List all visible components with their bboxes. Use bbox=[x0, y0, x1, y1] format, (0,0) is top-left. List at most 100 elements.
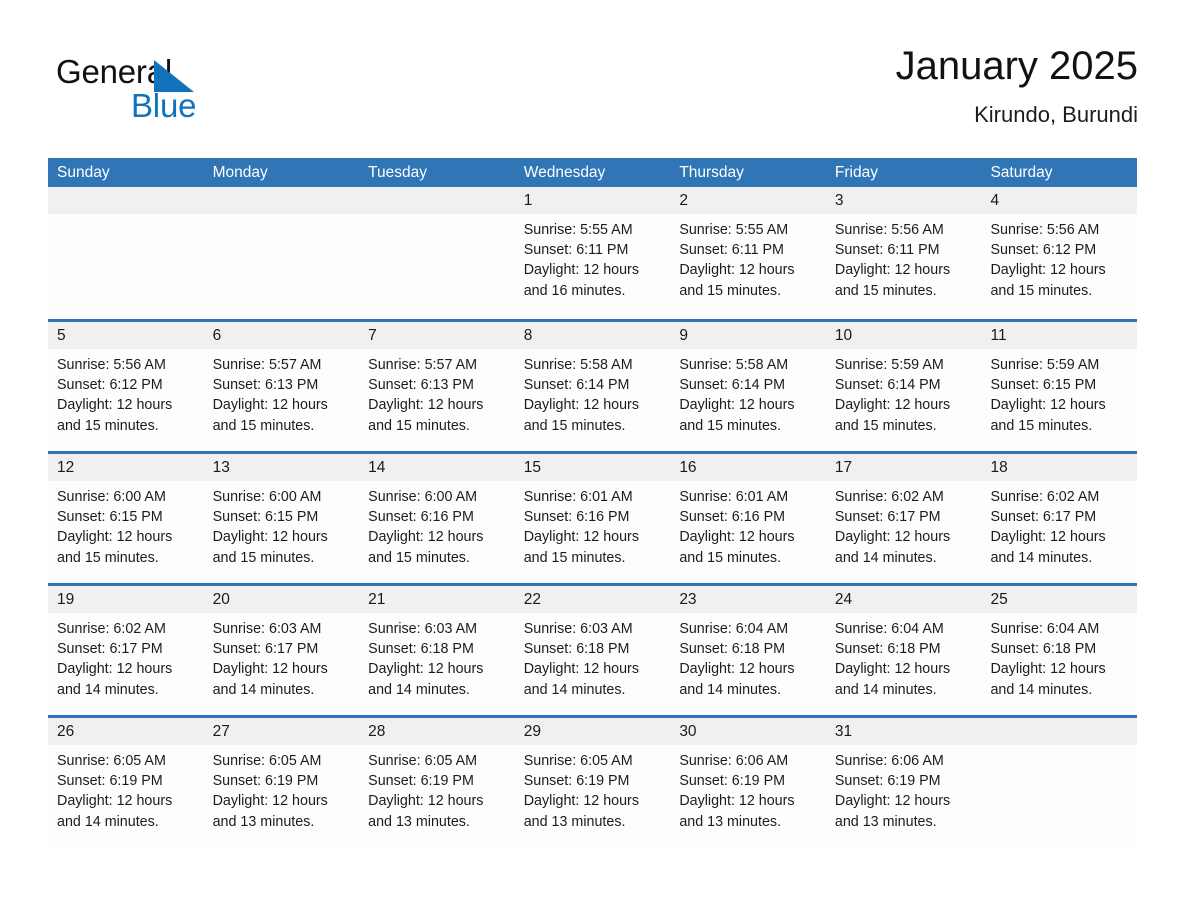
day-cell[interactable]: 2 Sunrise: 5:55 AM Sunset: 6:11 PM Daylight… bbox=[670, 187, 826, 319]
weekday-header-wednesday: Wednesday bbox=[523, 164, 606, 181]
sunset-text: Sunset: 6:15 PM bbox=[212, 509, 319, 526]
day-number-band: 7 bbox=[359, 322, 515, 349]
day-cell[interactable]: 17 Sunrise: 6:02 AM Sunset: 6:17 PM Dayligh… bbox=[825, 454, 982, 583]
daylight-text: Daylight: 12 hours bbox=[368, 661, 484, 678]
day-cell[interactable]: 30 Sunrise: 6:06 AM Sunset: 6:19 PM Dayligh… bbox=[670, 718, 826, 847]
day-number-band: 14 bbox=[359, 454, 515, 481]
daylight-text: Daylight: 12 hours bbox=[368, 793, 484, 810]
day-cell[interactable]: 1 Sunrise: 5:55 AM Sunset: 6:11 PM Daylight… bbox=[514, 187, 671, 319]
day-number: 13 bbox=[212, 459, 230, 476]
day-number-band: 22 bbox=[514, 586, 671, 613]
daylight-text-cont: and 14 minutes. bbox=[57, 681, 159, 698]
day-cell[interactable]: 19 Sunrise: 6:02 AM Sunset: 6:17 PM Dayligh… bbox=[48, 586, 204, 715]
daylight-text: Daylight: 12 hours bbox=[57, 397, 173, 414]
day-number: 30 bbox=[679, 723, 697, 740]
sunrise-text: Sunrise: 5:58 AM bbox=[679, 357, 789, 373]
day-cell[interactable]: 21 Sunrise: 6:03 AM Sunset: 6:18 PM Dayligh… bbox=[359, 586, 515, 715]
page-header: General Blue January 2025 Kirundo, Burun… bbox=[48, 40, 1138, 150]
day-number-band: 15 bbox=[514, 454, 671, 481]
sunset-text: Sunset: 6:19 PM bbox=[212, 773, 319, 790]
sunrise-text: Sunrise: 5:56 AM bbox=[990, 222, 1100, 238]
daylight-text-cont: and 13 minutes. bbox=[834, 813, 937, 830]
day-cell[interactable]: 13 Sunrise: 6:00 AM Sunset: 6:15 PM Dayligh… bbox=[203, 454, 360, 583]
weekday-header-row: Sunday Monday Tuesday Wednesday Thursday… bbox=[48, 158, 1137, 187]
day-number: 1 bbox=[523, 192, 533, 209]
day-details: Sunrise: 6:04 AM Sunset: 6:18 PM Daylight:… bbox=[981, 613, 1137, 700]
day-number: 16 bbox=[679, 459, 697, 476]
daylight-text: Daylight: 12 hours bbox=[834, 262, 951, 279]
sunrise-text: Sunrise: 6:02 AM bbox=[834, 489, 944, 505]
day-number-band: 20 bbox=[203, 586, 360, 613]
daylight-text: Daylight: 12 hours bbox=[57, 793, 173, 810]
day-number: 9 bbox=[679, 327, 688, 344]
sunset-text: Sunset: 6:19 PM bbox=[368, 773, 474, 790]
day-details: Sunrise: 5:58 AM Sunset: 6:14 PM Daylight:… bbox=[515, 349, 671, 436]
weekday-header-thursday: Thursday bbox=[679, 164, 744, 181]
day-number-band: 16 bbox=[670, 454, 826, 481]
day-cell[interactable]: 10 Sunrise: 5:59 AM Sunset: 6:14 PM Dayligh… bbox=[825, 322, 982, 451]
day-number: 12 bbox=[57, 459, 75, 476]
day-cell[interactable]: 24 Sunrise: 6:04 AM Sunset: 6:18 PM Dayligh… bbox=[825, 586, 982, 715]
sunset-text: Sunset: 6:11 PM bbox=[834, 242, 940, 259]
day-cell[interactable]: 27 Sunrise: 6:05 AM Sunset: 6:19 PM Dayligh… bbox=[203, 718, 360, 847]
day-cell[interactable]: 23 Sunrise: 6:04 AM Sunset: 6:18 PM Dayligh… bbox=[670, 586, 826, 715]
daylight-text: Daylight: 12 hours bbox=[679, 262, 795, 279]
sunset-text: Sunset: 6:19 PM bbox=[57, 773, 163, 790]
day-number-band: 3 bbox=[825, 187, 982, 214]
sunrise-text: Sunrise: 5:59 AM bbox=[834, 357, 944, 373]
weekday-header-sunday: Sunday bbox=[57, 164, 110, 181]
general-blue-logo[interactable]: General Blue bbox=[56, 52, 256, 132]
daylight-text-cont: and 13 minutes. bbox=[368, 813, 470, 830]
day-number-band: 23 bbox=[670, 586, 826, 613]
daylight-text: Daylight: 12 hours bbox=[834, 793, 951, 810]
daylight-text-cont: and 14 minutes. bbox=[57, 813, 159, 830]
sunset-text: Sunset: 6:17 PM bbox=[212, 641, 319, 658]
day-details: Sunrise: 6:03 AM Sunset: 6:18 PM Daylight:… bbox=[359, 613, 515, 700]
day-cell[interactable]: 18 Sunrise: 6:02 AM Sunset: 6:17 PM Dayligh… bbox=[981, 454, 1138, 583]
day-cell[interactable]: 5 Sunrise: 5:56 AM Sunset: 6:12 PM Daylight… bbox=[48, 322, 204, 451]
page-title: January 2025 bbox=[895, 44, 1138, 88]
day-number: 26 bbox=[57, 723, 75, 740]
day-details: Sunrise: 6:03 AM Sunset: 6:17 PM Daylight:… bbox=[204, 613, 360, 700]
day-cell[interactable]: 16 Sunrise: 6:01 AM Sunset: 6:16 PM Dayligh… bbox=[670, 454, 826, 583]
daylight-text: Daylight: 12 hours bbox=[212, 397, 328, 414]
day-cell[interactable]: 6 Sunrise: 5:57 AM Sunset: 6:13 PM Daylight… bbox=[203, 322, 360, 451]
day-number-band bbox=[203, 187, 360, 214]
daylight-text-cont: and 15 minutes. bbox=[679, 549, 782, 566]
day-cell[interactable]: 7 Sunrise: 5:57 AM Sunset: 6:13 PM Daylight… bbox=[359, 322, 515, 451]
day-details: Sunrise: 5:56 AM Sunset: 6:12 PM Daylight:… bbox=[48, 349, 204, 436]
day-cell[interactable]: 31 Sunrise: 6:06 AM Sunset: 6:19 PM Dayligh… bbox=[825, 718, 982, 847]
day-cell[interactable]: 4 Sunrise: 5:56 AM Sunset: 6:12 PM Daylight… bbox=[981, 187, 1138, 319]
sunset-text: Sunset: 6:13 PM bbox=[212, 377, 319, 394]
daylight-text-cont: and 14 minutes. bbox=[990, 549, 1093, 566]
day-cell[interactable]: 9 Sunrise: 5:58 AM Sunset: 6:14 PM Daylight… bbox=[670, 322, 826, 451]
daylight-text: Daylight: 12 hours bbox=[368, 397, 484, 414]
daylight-text: Daylight: 12 hours bbox=[990, 262, 1106, 279]
day-cell-empty bbox=[48, 187, 204, 319]
sunrise-text: Sunrise: 5:55 AM bbox=[523, 222, 633, 238]
day-cell[interactable]: 20 Sunrise: 6:03 AM Sunset: 6:17 PM Dayligh… bbox=[203, 586, 360, 715]
day-cell[interactable]: 26 Sunrise: 6:05 AM Sunset: 6:19 PM Dayligh… bbox=[48, 718, 204, 847]
day-number-band bbox=[981, 718, 1138, 745]
day-details: Sunrise: 6:02 AM Sunset: 6:17 PM Daylight:… bbox=[48, 613, 204, 700]
sunrise-text: Sunrise: 5:57 AM bbox=[368, 357, 478, 373]
day-cell[interactable]: 25 Sunrise: 6:04 AM Sunset: 6:18 PM Dayligh… bbox=[981, 586, 1138, 715]
day-number-band: 6 bbox=[203, 322, 360, 349]
day-cell[interactable]: 11 Sunrise: 5:59 AM Sunset: 6:15 PM Dayligh… bbox=[981, 322, 1138, 451]
day-cell[interactable]: 12 Sunrise: 6:00 AM Sunset: 6:15 PM Dayligh… bbox=[48, 454, 204, 583]
daylight-text: Daylight: 12 hours bbox=[990, 397, 1106, 414]
weekday-header-monday: Monday bbox=[212, 164, 268, 181]
day-cell[interactable]: 3 Sunrise: 5:56 AM Sunset: 6:11 PM Daylight… bbox=[825, 187, 982, 319]
day-cell[interactable]: 15 Sunrise: 6:01 AM Sunset: 6:16 PM Dayligh… bbox=[514, 454, 671, 583]
day-cell[interactable]: 14 Sunrise: 6:00 AM Sunset: 6:16 PM Dayligh… bbox=[359, 454, 515, 583]
day-cell[interactable]: 8 Sunrise: 5:58 AM Sunset: 6:14 PM Daylight… bbox=[514, 322, 671, 451]
day-cell[interactable]: 22 Sunrise: 6:03 AM Sunset: 6:18 PM Dayligh… bbox=[514, 586, 671, 715]
day-cell[interactable]: 28 Sunrise: 6:05 AM Sunset: 6:19 PM Dayligh… bbox=[359, 718, 515, 847]
day-cell[interactable]: 29 Sunrise: 6:05 AM Sunset: 6:19 PM Dayligh… bbox=[514, 718, 671, 847]
day-number-band: 11 bbox=[981, 322, 1138, 349]
day-number: 14 bbox=[368, 459, 386, 476]
sunset-text: Sunset: 6:18 PM bbox=[834, 641, 941, 658]
calendar-grid: Sunday Monday Tuesday Wednesday Thursday… bbox=[48, 158, 1138, 847]
daylight-text-cont: and 15 minutes. bbox=[990, 282, 1093, 299]
day-details: Sunrise: 5:55 AM Sunset: 6:11 PM Daylight:… bbox=[515, 214, 671, 301]
